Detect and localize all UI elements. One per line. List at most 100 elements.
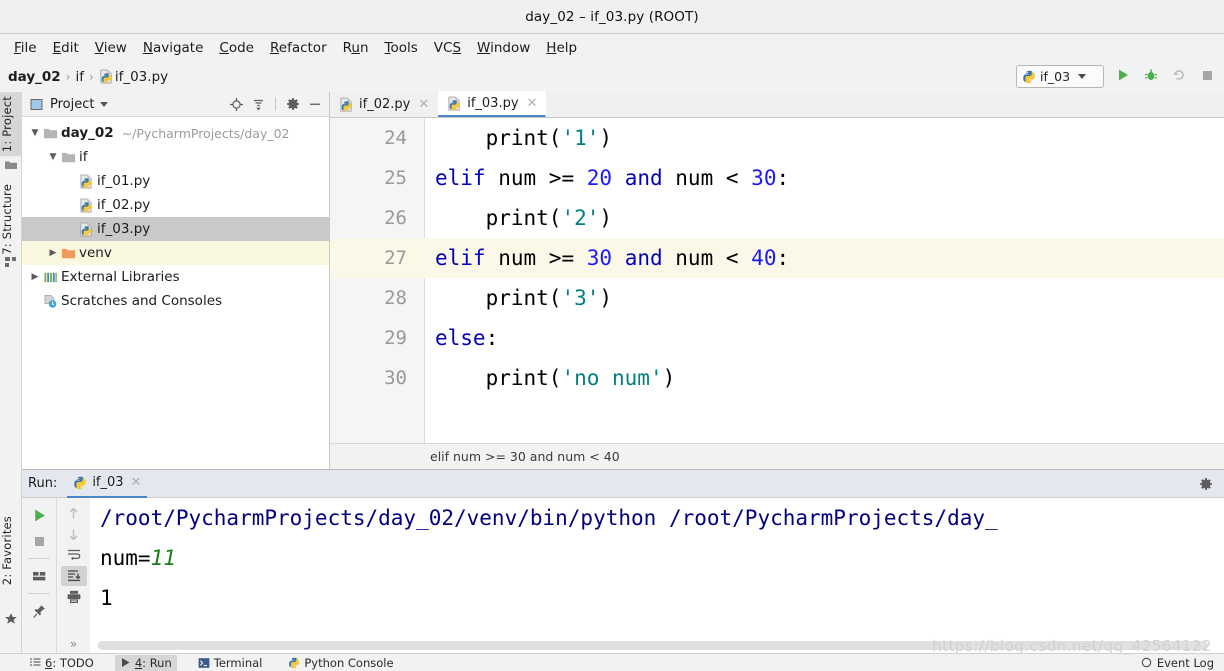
close-icon[interactable]: ✕ <box>418 97 429 112</box>
chevron-right-double-icon[interactable]: » <box>61 634 87 654</box>
code-token: ( <box>548 286 562 310</box>
breadcrumb-item-if-03-py[interactable]: if_03.py <box>99 69 168 85</box>
printer-icon[interactable] <box>61 587 87 607</box>
run-tab-if03[interactable]: if_03 ✕ <box>67 470 148 498</box>
console-segment: /root/PycharmProjects/day_02/venv/bin/py… <box>100 506 998 530</box>
arrow-up-icon[interactable] <box>61 503 87 523</box>
tree-item-label: if_01.py <box>97 173 151 189</box>
console-horizontal-scrollbar[interactable] <box>98 641 1208 650</box>
menu-item-edit[interactable]: Edit <box>45 38 87 58</box>
status-item-terminal[interactable]: Terminal <box>193 655 268 671</box>
python-file-icon <box>78 221 94 237</box>
stop-button[interactable] <box>26 529 52 553</box>
tree-item-external-libraries[interactable]: ▶ External Libraries <box>22 265 329 289</box>
menu-item-navigate[interactable]: Navigate <box>135 38 212 58</box>
scroll-to-end-icon[interactable] <box>60 566 87 586</box>
menu-item-view[interactable]: View <box>87 38 135 58</box>
menu-item-window[interactable]: Window <box>469 38 538 58</box>
chevron-right-icon[interactable]: ▶ <box>46 248 60 258</box>
tree-item-day-02[interactable]: ▼ day_02 ~/PycharmProjects/day_02 <box>22 121 329 145</box>
run-button[interactable] <box>1114 66 1132 84</box>
menu-bar: File Edit View Navigate Code Refactor Run Tools… <box>0 34 1224 61</box>
chevron-right-icon[interactable]: ▶ <box>28 272 42 282</box>
menu-item-help[interactable]: Help <box>538 38 585 58</box>
arrow-down-icon[interactable] <box>61 524 87 544</box>
tree-item-if-03-py[interactable]: if_03.py <box>22 217 329 241</box>
console-line-1: num=11 <box>90 538 1224 578</box>
window-title: day_02 – if_03.py (ROOT) <box>525 8 699 25</box>
layout-button[interactable] <box>26 564 52 588</box>
rerun-button[interactable] <box>26 503 52 527</box>
breadcrumb-item-if[interactable]: if <box>76 69 85 85</box>
tree-item-venv[interactable]: ▶ venv <box>22 241 329 265</box>
code-editor[interactable]: 24 print('1') 25 elif num >= 20 and num < … <box>330 118 1224 443</box>
code-line-26[interactable]: 26 print('2') <box>330 198 1224 238</box>
minimize-icon[interactable] <box>307 96 323 112</box>
code-line-27[interactable]: 27 elif num >= 30 and num < 40: <box>330 238 1224 278</box>
status-item-4--run[interactable]: 4: Run <box>114 654 177 671</box>
gear-icon[interactable] <box>285 96 301 112</box>
status-item-python-console[interactable]: Python Console <box>283 655 398 671</box>
sidebar-tab-project[interactable]: 1: Project <box>0 92 22 157</box>
gear-icon[interactable] <box>1198 476 1214 492</box>
status-item-label: Python Console <box>304 655 394 670</box>
tree-item-if-02-py[interactable]: if_02.py <box>22 193 329 217</box>
tree-item-if[interactable]: ▼ if <box>22 145 329 169</box>
tree-item-if-01-py[interactable]: if_01.py <box>22 169 329 193</box>
editor-breadcrumb-text: elif num >= 30 and num < 40 <box>430 449 620 464</box>
code-token: num <box>485 246 549 270</box>
tree-item-path: ~/PycharmProjects/day_02 <box>121 125 290 141</box>
run-tool-window-header: Run: if_03 ✕ <box>22 470 1224 498</box>
venv-folder-icon <box>60 245 76 261</box>
menu-item-run[interactable]: Run <box>335 38 377 58</box>
code-line-29[interactable]: 29 else: <box>330 318 1224 358</box>
editor-tab-bar: if_02.py ✕ if_03.py ✕ <box>330 91 1224 118</box>
debug-button[interactable] <box>1142 66 1160 84</box>
menu-item-code[interactable]: Code <box>211 38 262 58</box>
line-number: 27 <box>384 247 407 269</box>
code-token: : <box>485 326 499 350</box>
sidebar-tab-favorites-label: 2: Favorites <box>0 516 14 586</box>
menu-item-file[interactable]: File <box>6 38 45 58</box>
breadcrumb-item-day-02[interactable]: day_02 <box>8 69 61 85</box>
run-console-output[interactable]: /root/PycharmProjects/day_02/venv/bin/py… <box>90 498 1224 654</box>
editor-tab-if-02-py[interactable]: if_02.py ✕ <box>330 91 438 117</box>
collapse-all-icon[interactable] <box>250 96 266 112</box>
status-item-label: Event Log <box>1156 655 1214 670</box>
close-icon[interactable]: ✕ <box>131 475 142 490</box>
project-panel-icon <box>28 96 44 112</box>
sidebar-tab-favorites[interactable]: 2: Favorites <box>0 512 22 589</box>
rerun-button[interactable] <box>1170 66 1188 84</box>
code-line-25[interactable]: 25 elif num >= 20 and num < 30: <box>330 158 1224 198</box>
code-line-28[interactable]: 28 print('3') <box>330 278 1224 318</box>
chevron-down-icon[interactable] <box>100 101 109 107</box>
close-icon[interactable]: ✕ <box>527 96 538 111</box>
editor-code-area[interactable]: 24 print('1') 25 elif num >= 20 and num < … <box>330 118 1224 443</box>
status-item-event-log[interactable]: Event Log <box>1141 656 1224 670</box>
code-line-24[interactable]: 24 print('1') <box>330 118 1224 158</box>
code-line-30[interactable]: 30 print('no num') <box>330 358 1224 398</box>
chevron-down-icon[interactable]: ▼ <box>46 152 60 162</box>
chevron-down-icon[interactable] <box>1078 74 1087 79</box>
stop-button[interactable] <box>1198 66 1216 84</box>
soft-wrap-icon[interactable] <box>61 545 87 565</box>
code-token: '1' <box>561 126 600 150</box>
locate-icon[interactable] <box>228 96 244 112</box>
menu-item-refactor[interactable]: Refactor <box>262 38 335 58</box>
breadcrumb-label: if_03.py <box>114 68 169 85</box>
code-token: 30 <box>586 246 613 270</box>
chevron-down-icon[interactable]: ▼ <box>28 128 42 138</box>
editor-tab-if-03-py[interactable]: if_03.py ✕ <box>438 91 547 117</box>
menu-item-tools[interactable]: Tools <box>377 38 426 58</box>
tree-item-scratches-and-consoles[interactable]: Scratches and Consoles <box>22 289 329 313</box>
left-tool-strip: 1: Project 7: Structure 2: Favorites <box>0 92 22 653</box>
menu-item-vcs[interactable]: VCS <box>426 38 469 58</box>
pin-button[interactable] <box>26 599 52 623</box>
status-item-6--todo[interactable]: 6: TODO <box>24 655 99 671</box>
sidebar-tab-structure[interactable]: 7: Structure <box>0 180 22 259</box>
run-configuration-selector[interactable]: if_03 <box>1016 65 1104 88</box>
console-segment: num= <box>100 546 151 570</box>
